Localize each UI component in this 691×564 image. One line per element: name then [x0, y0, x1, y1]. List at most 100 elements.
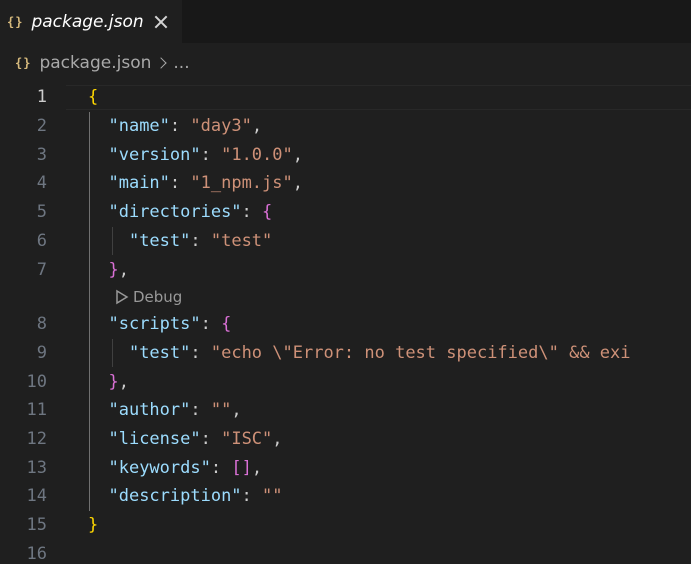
- code-line[interactable]: 4 "main": "1_npm.js",: [0, 169, 691, 198]
- code-token: "1_npm.js": [190, 173, 293, 194]
- code-token: :: [169, 173, 191, 194]
- code-token: "keywords": [108, 457, 211, 478]
- code-token: "scripts": [108, 314, 201, 335]
- code-line[interactable]: 12 "license": "ISC",: [0, 425, 691, 454]
- breadcrumb-file[interactable]: package.json: [39, 53, 151, 73]
- code-line[interactable]: 6 "test": "test": [0, 227, 691, 256]
- code-token: "name": [108, 116, 170, 137]
- code-token: "description": [108, 486, 242, 507]
- code-token: "directories": [108, 202, 242, 223]
- breadcrumb-symbols[interactable]: ...: [173, 53, 189, 73]
- line-number: 9: [36, 342, 47, 363]
- code-token: "author": [108, 400, 191, 421]
- code-line[interactable]: 8 "scripts": {: [0, 310, 691, 339]
- code-token: ,: [251, 116, 263, 137]
- code-line[interactable]: 11 "author": "",: [0, 396, 691, 425]
- code-text: {: [88, 87, 98, 107]
- code-line[interactable]: 15}: [0, 511, 691, 540]
- code-line[interactable]: 13 "keywords": [],: [0, 453, 691, 482]
- code-token: "version": [108, 144, 201, 165]
- code-token: "main": [108, 173, 170, 194]
- code-token: :: [169, 116, 191, 137]
- code-token: :: [200, 429, 222, 450]
- line-number: 14: [26, 486, 47, 507]
- code-text: "test": "test": [88, 231, 272, 251]
- code-line[interactable]: 3 "version": "1.0.0",: [0, 140, 691, 169]
- code-token: :: [190, 230, 211, 251]
- code-token: :: [190, 400, 211, 421]
- code-token: ,: [231, 400, 242, 421]
- line-number: 16: [26, 543, 47, 564]
- code-token: {: [88, 87, 99, 108]
- code-line[interactable]: 14 "description": "": [0, 482, 691, 511]
- debug-codelens[interactable]: Debug: [114, 284, 182, 310]
- code-text: "name": "day3",: [88, 116, 262, 136]
- code-token: "test": [210, 230, 273, 251]
- code-editor[interactable]: Debug 1{2 "name": "day3", 3 "version": "1…: [0, 83, 691, 564]
- code-line[interactable]: 16: [0, 540, 691, 564]
- code-token: "license": [108, 429, 201, 450]
- breadcrumb: {} package.json ...: [0, 43, 691, 83]
- json-file-icon: {}: [15, 56, 32, 70]
- code-token: ,: [292, 173, 303, 194]
- code-text: },: [88, 260, 129, 280]
- code-token: "1.0.0": [221, 144, 293, 165]
- tab-package-json[interactable]: {} package.json: [0, 0, 182, 43]
- code-token: ,: [272, 429, 283, 450]
- line-number: 7: [36, 259, 47, 280]
- code-text: "test": "echo \"Error: no test specified…: [88, 343, 631, 363]
- code-line[interactable]: 5 "directories": {: [0, 198, 691, 227]
- code-token: :: [241, 486, 263, 507]
- line-number: 11: [26, 400, 47, 421]
- code-token: "day3": [190, 116, 252, 137]
- line-number: 12: [26, 429, 47, 450]
- code-token: ,: [118, 259, 129, 280]
- code-token: "test": [128, 230, 191, 251]
- code-text: "scripts": {: [88, 314, 231, 334]
- line-number: 10: [26, 371, 47, 392]
- code-text: }: [88, 515, 98, 535]
- line-number: 13: [26, 457, 47, 478]
- code-line[interactable]: 7 },: [0, 255, 691, 284]
- code-line[interactable]: 9 "test": "echo \"Error: no test specifi…: [0, 339, 691, 368]
- code-line[interactable]: 1{: [0, 83, 691, 112]
- code-text: "directories": {: [88, 202, 272, 222]
- tab-label: package.json: [31, 11, 144, 32]
- close-icon[interactable]: [152, 13, 170, 31]
- code-token: ,: [118, 371, 129, 392]
- code-token: "echo \"Error: no test specified\" && ex…: [210, 342, 631, 363]
- code-token: "test": [128, 342, 191, 363]
- code-line[interactable]: 10 },: [0, 367, 691, 396]
- line-number: 1: [36, 87, 47, 108]
- code-text: "description": "": [88, 486, 283, 507]
- code-token: {: [262, 202, 273, 223]
- code-token: "": [262, 486, 283, 507]
- code-line[interactable]: 2 "name": "day3",: [0, 112, 691, 141]
- code-token: "ISC": [221, 429, 273, 450]
- line-number: 8: [36, 314, 47, 335]
- code-token: :: [210, 457, 232, 478]
- line-number: 15: [26, 515, 47, 536]
- code-text: "version": "1.0.0",: [88, 145, 303, 165]
- code-text: },: [88, 372, 129, 392]
- code-text: "author": "",: [88, 400, 242, 421]
- code-token: :: [190, 342, 211, 363]
- line-number: 5: [36, 202, 47, 223]
- code-text: "main": "1_npm.js",: [88, 173, 303, 193]
- code-token: ,: [251, 457, 263, 478]
- code-text: "keywords": [],: [88, 458, 262, 478]
- line-number: 6: [36, 230, 47, 251]
- code-token: "": [210, 400, 232, 421]
